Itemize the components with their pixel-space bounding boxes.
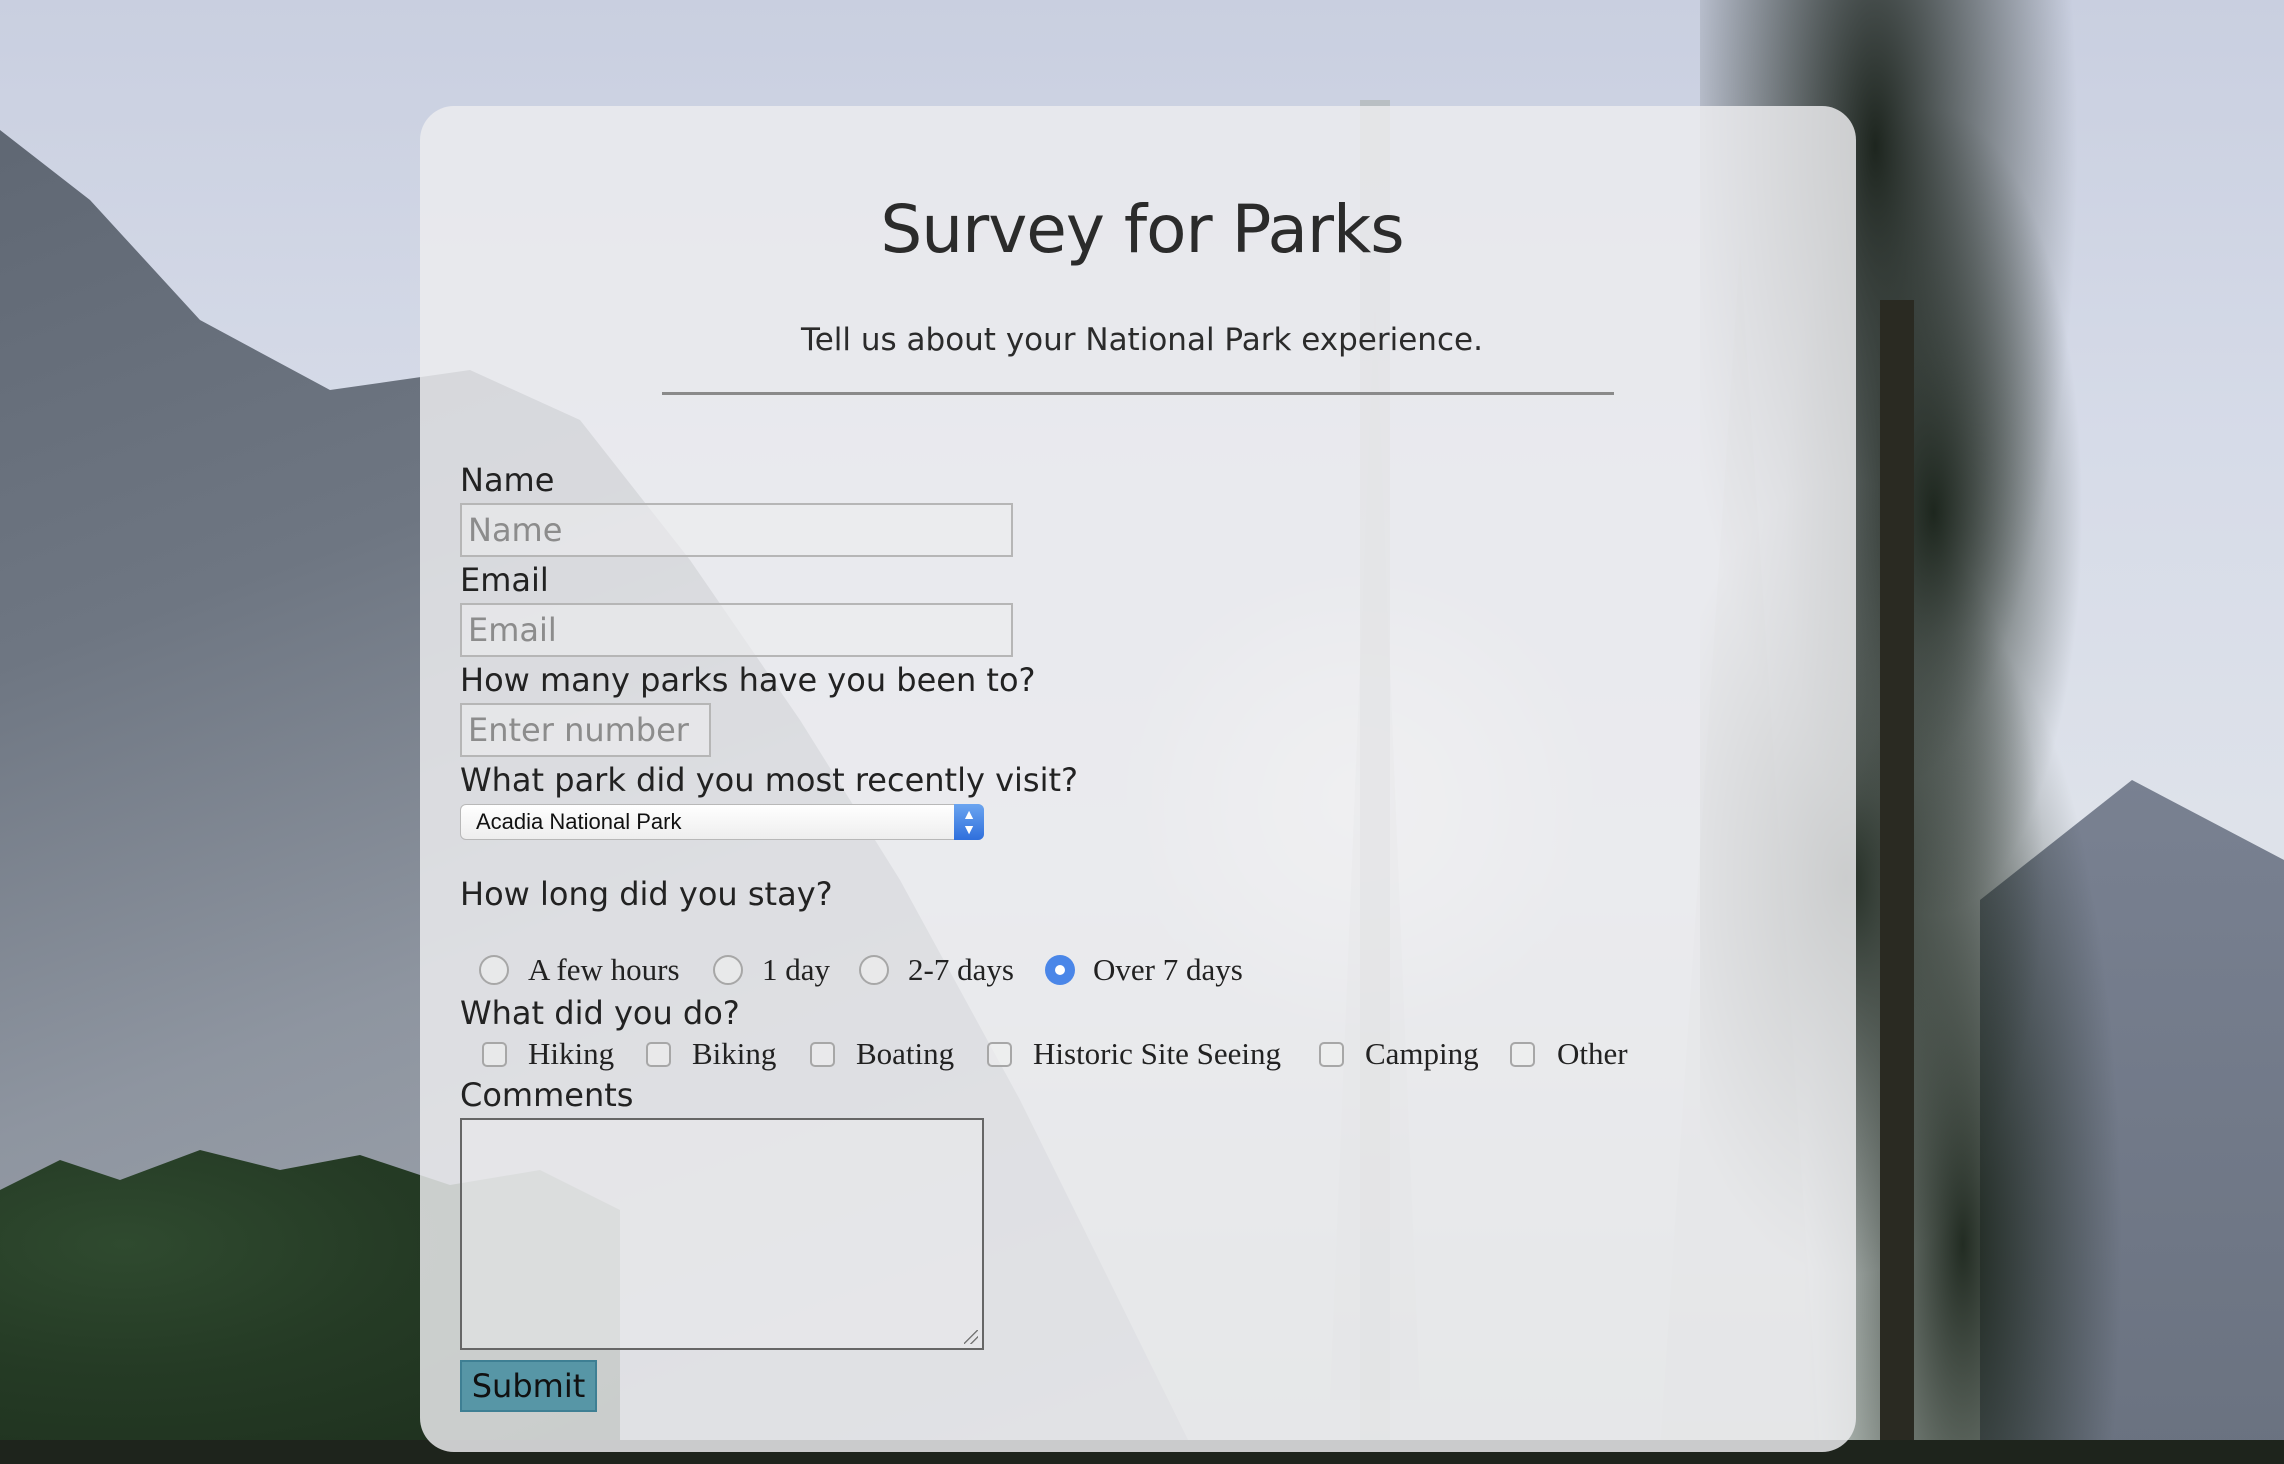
recent-park-label: What park did you most recently visit?: [460, 761, 1078, 799]
parks-count-label: How many parks have you been to?: [460, 661, 1036, 699]
radio-2-7-days[interactable]: [859, 955, 889, 985]
checkbox-label: Camping: [1365, 1036, 1479, 1071]
parks-count-input[interactable]: [460, 703, 711, 757]
checkbox-label: Boating: [856, 1036, 955, 1071]
checkbox-label: Biking: [692, 1036, 777, 1071]
checkbox-hiking[interactable]: [482, 1042, 507, 1067]
comments-textarea[interactable]: [460, 1118, 984, 1350]
email-input[interactable]: [460, 603, 1013, 657]
radio-label: Over 7 days: [1093, 952, 1243, 987]
submit-button[interactable]: Submit: [460, 1360, 597, 1412]
checkbox-label: Hiking: [528, 1036, 615, 1071]
comments-label: Comments: [460, 1076, 634, 1114]
radio-1-day[interactable]: [713, 955, 743, 985]
checkbox-camping[interactable]: [1319, 1042, 1344, 1067]
checkbox-label: Other: [1557, 1036, 1628, 1071]
stay-label: How long did you stay?: [460, 875, 833, 913]
recent-park-dropdown[interactable]: Acadia National Park ▲ ▼: [460, 804, 984, 840]
radio-label: A few hours: [528, 952, 680, 987]
radio-over-7-days[interactable]: [1045, 955, 1075, 985]
radio-label: 2-7 days: [908, 952, 1014, 987]
chevron-updown-icon[interactable]: ▲ ▼: [954, 804, 984, 840]
divider: [662, 392, 1614, 395]
checkbox-historic-site-seeing[interactable]: [987, 1042, 1012, 1067]
email-label: Email: [460, 561, 549, 599]
pine-trunk: [1880, 300, 1914, 1464]
checkbox-boating[interactable]: [810, 1042, 835, 1067]
radio-label: 1 day: [762, 952, 831, 987]
name-label: Name: [460, 461, 555, 499]
name-input[interactable]: [460, 503, 1013, 557]
radio-a-few-hours[interactable]: [479, 955, 509, 985]
page-subtitle: Tell us about your National Park experie…: [801, 322, 1483, 358]
page-title: Survey for Parks: [880, 191, 1404, 268]
resize-grip-icon[interactable]: [964, 1330, 978, 1344]
dropdown-selected-value: Acadia National Park: [476, 809, 682, 834]
checkbox-biking[interactable]: [646, 1042, 671, 1067]
checkbox-other[interactable]: [1510, 1042, 1535, 1067]
checkbox-label: Historic Site Seeing: [1033, 1036, 1281, 1071]
activities-label: What did you do?: [460, 994, 740, 1032]
